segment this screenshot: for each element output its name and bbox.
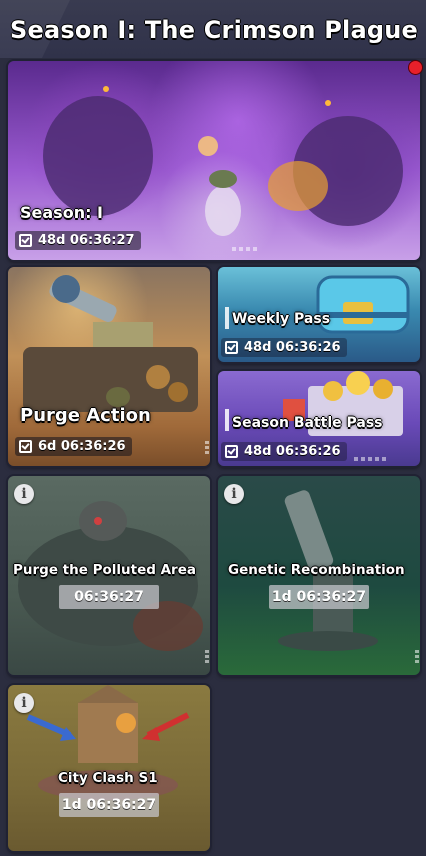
season-card-title: Season: I — [20, 203, 103, 222]
purge-action-card-timer: 6d 06:36:26 — [15, 437, 132, 456]
purge-polluted-area-card-title: Purge the Polluted Area — [13, 562, 196, 578]
clock-icon — [19, 234, 32, 247]
purge-polluted-area-card-page-indicator — [205, 650, 209, 663]
info-icon[interactable]: i — [14, 484, 34, 504]
clock-icon — [225, 445, 238, 458]
info-icon[interactable]: i — [14, 693, 34, 713]
season-card-timer: 48d 06:36:27 — [15, 231, 141, 250]
info-icon[interactable]: i — [224, 484, 244, 504]
season-card[interactable]: Season: I 48d 06:36:27 — [8, 61, 420, 260]
city-clash-card-timer: 1d 06:36:27 — [59, 793, 159, 817]
season-battle-pass-card-accent-bar — [225, 409, 229, 431]
page-title: Season I: The Crimson Plague — [10, 16, 418, 44]
season-battle-pass-card-page-indicator — [354, 457, 386, 461]
genetic-recombination-card-page-indicator — [415, 650, 419, 663]
season-card-timer-text: 48d 06:36:27 — [38, 233, 135, 248]
purge-action-card-title: Purge Action — [20, 405, 151, 426]
weekly-pass-card-timer: 48d 06:36:26 — [221, 338, 347, 357]
city-clash-card[interactable]: i City Clash S1 1d 06:36:27 — [8, 685, 210, 851]
purge-polluted-area-card[interactable]: i Purge the Polluted Area 06:36:27 — [8, 476, 210, 675]
genetic-recombination-card-title: Genetic Recombination — [228, 562, 405, 578]
season-battle-pass-card[interactable]: Season Battle Pass 48d 06:36:26 — [218, 371, 420, 466]
season-card-page-indicator — [232, 247, 257, 251]
red-notification-dot — [408, 60, 423, 75]
weekly-pass-card-accent-bar — [225, 307, 229, 329]
season-battle-pass-card-timer: 48d 06:36:26 — [221, 442, 347, 461]
purge-polluted-area-card-timer: 06:36:27 — [59, 585, 159, 609]
clock-icon — [225, 341, 238, 354]
purge-action-card[interactable]: Purge Action 6d 06:36:26 — [8, 267, 210, 466]
genetic-recombination-card-timer: 1d 06:36:27 — [269, 585, 369, 609]
genetic-recombination-card[interactable]: i Genetic Recombination 1d 06:36:27 — [218, 476, 420, 675]
purge-action-card-page-indicator — [205, 441, 209, 454]
city-clash-card-title: City Clash S1 — [58, 770, 158, 786]
season-battle-pass-card-timer-text: 48d 06:36:26 — [244, 444, 341, 459]
purge-action-card-timer-text: 6d 06:36:26 — [38, 439, 126, 454]
season-battle-pass-card-title: Season Battle Pass — [232, 415, 383, 431]
weekly-pass-card[interactable]: Weekly Pass 48d 06:36:26 — [218, 267, 420, 362]
weekly-pass-card-timer-text: 48d 06:36:26 — [244, 340, 341, 355]
clock-icon — [19, 440, 32, 453]
season-header: Season I: The Crimson Plague — [0, 0, 426, 58]
city-clash-card-art — [8, 685, 210, 851]
weekly-pass-card-title: Weekly Pass — [232, 311, 331, 327]
